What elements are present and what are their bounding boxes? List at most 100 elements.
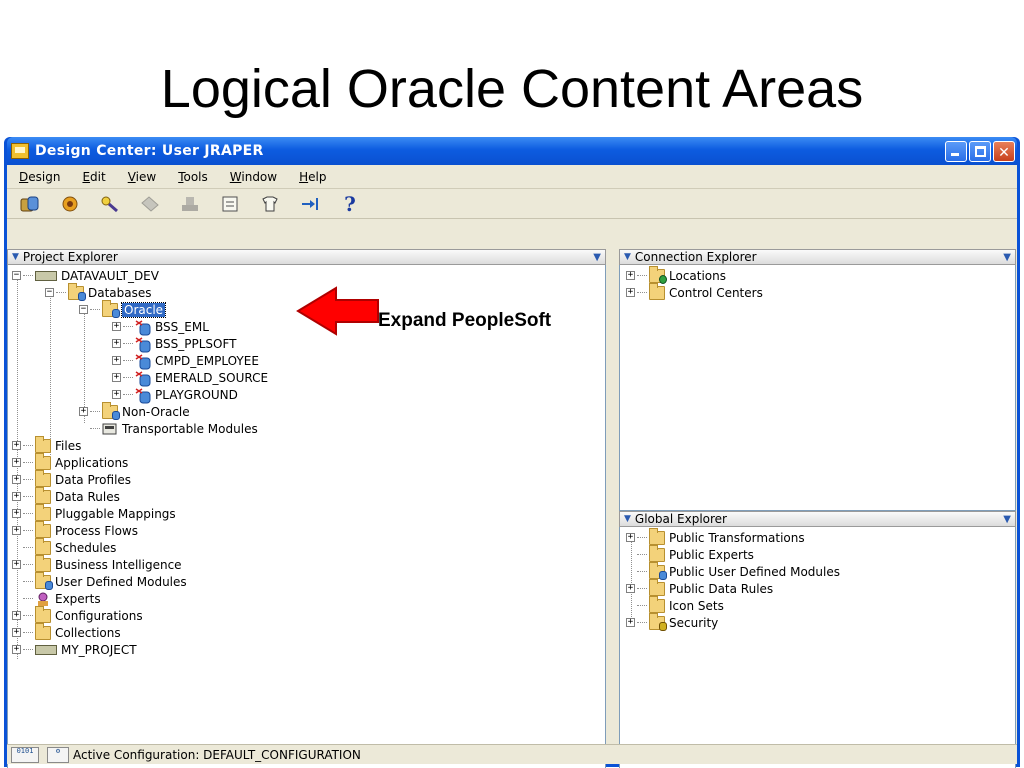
pin-icon[interactable]: ▼ — [1003, 252, 1011, 263]
tree-node-locations[interactable]: + Locations — [626, 265, 726, 284]
menu-window[interactable]: Window — [230, 170, 277, 184]
configuration-icon: ⚙ — [47, 746, 69, 763]
expand-icon[interactable]: + — [12, 560, 21, 569]
tree-node-user-defined-modules[interactable]: User Defined Modules — [12, 571, 187, 590]
bi-folder-icon — [35, 554, 51, 572]
tree-node-control-centers[interactable]: + Control Centers — [626, 282, 763, 301]
data-rules-folder-icon — [35, 486, 51, 504]
tree-node-emerald-source[interactable]: + EMERALD_SOURCE — [112, 369, 268, 386]
menu-view[interactable]: View — [128, 170, 156, 184]
expand-icon[interactable]: + — [626, 288, 635, 297]
tree-node-bss-pplsoft[interactable]: + BSS_PPLSOFT — [112, 335, 237, 352]
expand-icon[interactable]: + — [112, 322, 121, 331]
expand-icon[interactable]: + — [626, 584, 635, 593]
expand-icon[interactable]: + — [626, 271, 635, 280]
tree-node-playground[interactable]: + PLAYGROUND — [112, 386, 238, 403]
project-explorer-header[interactable]: ▼ Project Explorer ▼ — [7, 249, 606, 265]
tree-node-public-experts[interactable]: Public Experts — [626, 544, 754, 563]
menu-design[interactable]: Design — [19, 170, 60, 184]
collapse-icon[interactable]: − — [45, 288, 54, 297]
tree-node-security[interactable]: + Security — [626, 612, 718, 631]
tag-icon[interactable] — [139, 193, 161, 215]
tree-node-transportable-modules[interactable]: Transportable Modules — [79, 420, 258, 437]
tree-node-applications[interactable]: + Applications — [12, 452, 128, 471]
tree-node-icon-sets[interactable]: Icon Sets — [626, 595, 724, 614]
expand-icon[interactable]: + — [12, 509, 21, 518]
expand-icon[interactable]: + — [79, 407, 88, 416]
expand-icon[interactable]: + — [12, 628, 21, 637]
tree-node-databases[interactable]: − Databases — [45, 282, 152, 301]
tree-node-pluggable-mappings[interactable]: + Pluggable Mappings — [12, 503, 176, 522]
expand-icon[interactable]: + — [112, 373, 121, 382]
collapse-triangle-icon[interactable]: ▼ — [12, 252, 19, 262]
tree-node-files[interactable]: + Files — [12, 435, 81, 454]
maximize-icon — [975, 145, 986, 157]
expand-icon[interactable]: + — [12, 458, 21, 467]
expand-icon[interactable]: + — [112, 390, 121, 399]
maximize-button[interactable] — [969, 140, 991, 162]
expand-icon[interactable]: + — [12, 492, 21, 501]
tree-node-data-rules[interactable]: + Data Rules — [12, 486, 120, 505]
expand-icon[interactable]: + — [12, 645, 21, 654]
pin-icon[interactable]: ▼ — [593, 252, 601, 263]
key-icon[interactable] — [99, 193, 121, 215]
collapse-icon[interactable]: − — [12, 271, 21, 280]
menu-tools[interactable]: Tools — [178, 170, 208, 184]
tree-node-non-oracle[interactable]: + Non-Oracle — [79, 401, 190, 420]
experts-icon — [35, 592, 51, 606]
tree-node-experts[interactable]: Experts — [12, 590, 101, 607]
tree-node-business-intelligence[interactable]: + Business Intelligence — [12, 554, 182, 573]
arrow-icon[interactable] — [299, 193, 321, 215]
menu-edit[interactable]: Edit — [82, 170, 105, 184]
status-bar: 0101 ⚙ Active Configuration: DEFAULT_CON… — [7, 744, 1017, 764]
tree-node-configurations[interactable]: + Configurations — [12, 605, 143, 624]
connection-tree: + Locations + Control Centers — [619, 265, 1016, 511]
project-explorer-title: Project Explorer — [22, 250, 118, 264]
connection-explorer-header[interactable]: ▼ Connection Explorer ▼ — [619, 249, 1016, 265]
tree-node-datavault-dev[interactable]: − DATAVAULT_DEV — [12, 267, 159, 284]
tree-node-public-transformations[interactable]: + Public Transformations — [626, 527, 805, 546]
shirt-icon[interactable] — [259, 193, 281, 215]
connection-explorer-panel: ▼ Connection Explorer ▼ + Locations + Co… — [619, 249, 1016, 511]
expand-icon[interactable]: + — [626, 533, 635, 542]
help-icon[interactable]: ? — [339, 192, 361, 216]
stamp-icon[interactable] — [179, 193, 201, 215]
expand-icon[interactable]: + — [112, 356, 121, 365]
close-button[interactable]: ✕ — [993, 140, 1015, 162]
database-icon[interactable] — [19, 193, 41, 215]
tree-node-data-profiles[interactable]: + Data Profiles — [12, 469, 131, 488]
public-transformations-folder-icon — [649, 527, 665, 545]
title-bar[interactable]: Design Center: User JRAPER ✕ — [7, 137, 1017, 165]
pin-icon[interactable]: ▼ — [1003, 514, 1011, 525]
expand-icon[interactable]: + — [112, 339, 121, 348]
global-explorer-title: Global Explorer — [634, 512, 727, 526]
expand-icon[interactable]: + — [12, 441, 21, 450]
menu-help[interactable]: Help — [299, 170, 326, 184]
tree-node-public-data-rules[interactable]: + Public Data Rules — [626, 578, 773, 597]
tree-node-cmpd-employee[interactable]: + CMPD_EMPLOYEE — [112, 352, 259, 369]
sheet-icon[interactable] — [219, 193, 241, 215]
tree-node-schedules[interactable]: Schedules — [12, 537, 116, 556]
tree-node-oracle[interactable]: − Oracle — [79, 299, 167, 318]
expand-icon[interactable]: + — [12, 611, 21, 620]
minimize-button[interactable] — [945, 140, 967, 162]
project-icon — [35, 644, 57, 655]
tree-node-collections[interactable]: + Collections — [12, 622, 121, 641]
tree-node-bss-eml[interactable]: + BSS_EML — [112, 318, 209, 335]
expand-icon[interactable]: + — [12, 475, 21, 484]
project-tree: − DATAVAULT_DEV − Databases − Oracle + B… — [7, 265, 606, 768]
oracle-module-icon — [135, 387, 151, 403]
tree-node-process-flows[interactable]: + Process Flows — [12, 520, 138, 539]
expand-icon[interactable]: + — [626, 618, 635, 627]
client-area: Design Edit View Tools Window Help ? ▼ P… — [7, 165, 1017, 768]
collapse-triangle-icon[interactable]: ▼ — [624, 514, 631, 524]
expand-icon[interactable]: + — [12, 526, 21, 535]
tree-node-my-project[interactable]: + MY_PROJECT — [12, 641, 137, 658]
tree-node-public-udm[interactable]: Public User Defined Modules — [626, 561, 840, 580]
deploy-icon[interactable] — [59, 193, 81, 215]
databases-folder-icon — [68, 282, 86, 301]
global-explorer-header[interactable]: ▼ Global Explorer ▼ — [619, 511, 1016, 527]
callout-text: Expand PeopleSoft — [378, 310, 552, 331]
collapse-icon[interactable]: − — [79, 305, 88, 314]
collapse-triangle-icon[interactable]: ▼ — [624, 252, 631, 262]
